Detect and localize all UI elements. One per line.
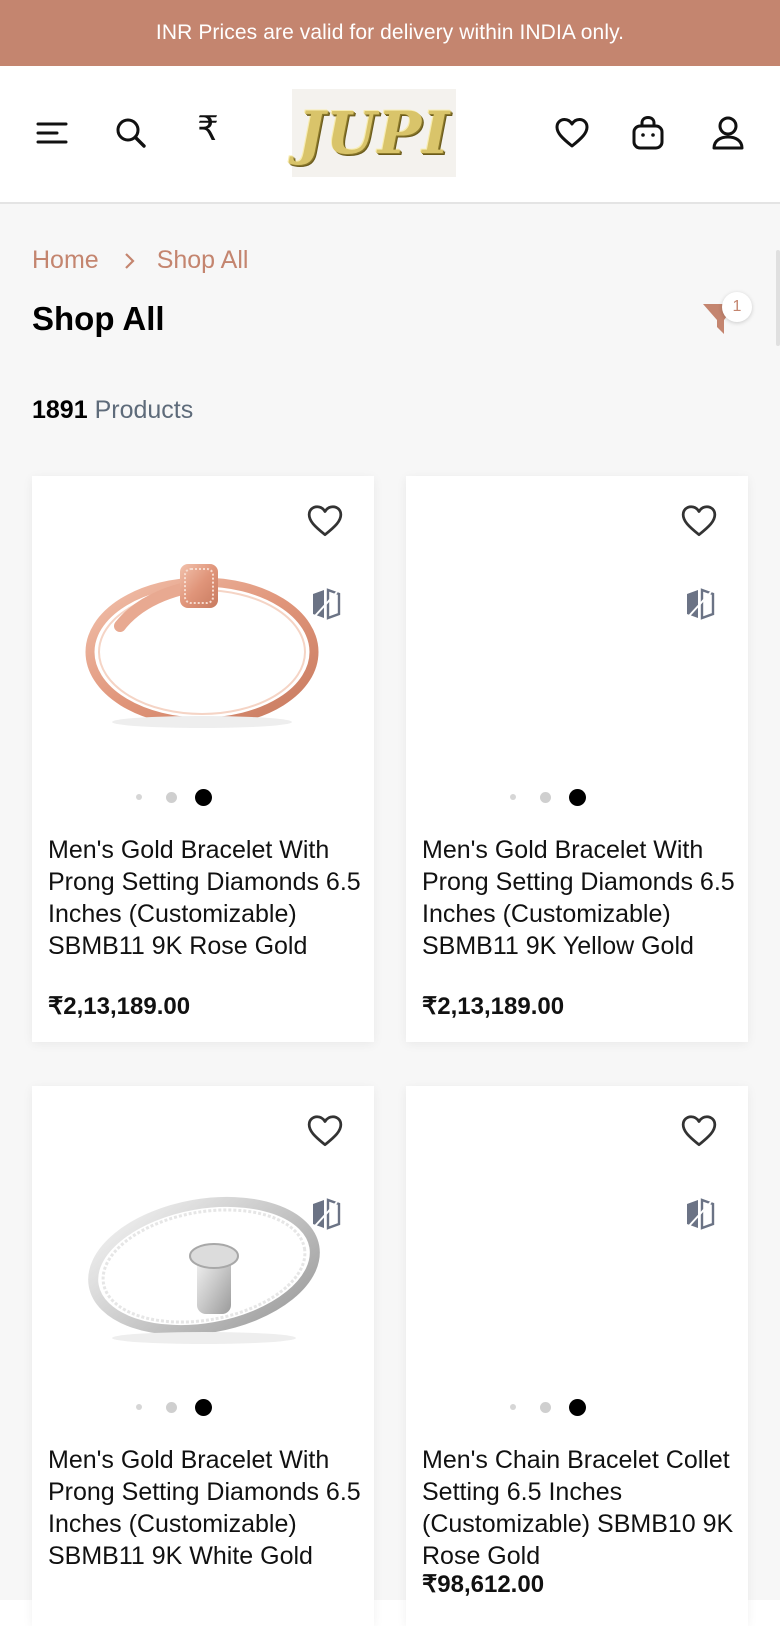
image-carousel-dots[interactable] <box>406 788 748 808</box>
carousel-dot[interactable] <box>166 1402 177 1413</box>
scrollbar-thumb[interactable] <box>776 250 780 346</box>
rupee-currency-icon[interactable]: ₹ <box>188 109 228 149</box>
breadcrumb-current[interactable]: Shop All <box>157 246 249 275</box>
compare-icon[interactable] <box>310 586 342 622</box>
filter-count: 1 <box>732 298 742 315</box>
product-card[interactable]: Men's Chain Bracelet Collet Setting 6.5 … <box>406 1086 748 1626</box>
wishlist-heart-icon[interactable] <box>680 1114 718 1152</box>
product-count-label: Products <box>94 396 194 424</box>
product-card[interactable]: Men's Gold Bracelet With Prong Setting D… <box>406 476 748 1042</box>
product-title[interactable]: Men's Chain Bracelet Collet Setting 6.5 … <box>422 1444 738 1572</box>
product-title[interactable]: Men's Gold Bracelet With Prong Setting D… <box>48 1444 364 1572</box>
delivery-banner: INR Prices are valid for delivery within… <box>0 0 780 66</box>
product-card[interactable]: Men's Gold Bracelet With Prong Setting D… <box>32 1086 374 1626</box>
carousel-dot[interactable] <box>510 1404 516 1410</box>
image-carousel-dots[interactable] <box>406 1398 748 1418</box>
carousel-dot-active[interactable] <box>569 1399 586 1416</box>
wishlist-heart-icon[interactable] <box>306 504 344 542</box>
product-price: ₹2,13,189.00 <box>422 993 565 1020</box>
banner-text: INR Prices are valid for delivery within… <box>155 21 625 44</box>
carousel-dot-active[interactable] <box>569 789 586 806</box>
breadcrumb: Home Shop All <box>32 246 248 275</box>
carousel-dot[interactable] <box>136 794 142 800</box>
chevron-right-icon <box>123 252 135 270</box>
carousel-dot[interactable] <box>166 792 177 803</box>
user-icon[interactable] <box>708 113 748 153</box>
shopping-bag-icon[interactable] <box>628 113 668 153</box>
carousel-dot[interactable] <box>136 1404 142 1410</box>
carousel-dot[interactable] <box>540 1402 551 1413</box>
image-carousel-dots[interactable] <box>32 788 374 808</box>
product-card[interactable]: Men's Gold Bracelet With Prong Setting D… <box>32 476 374 1042</box>
product-title[interactable]: Men's Gold Bracelet With Prong Setting D… <box>48 834 364 962</box>
wishlist-heart-icon[interactable] <box>306 1114 344 1152</box>
image-carousel-dots[interactable] <box>32 1398 374 1418</box>
filter-count-badge: 1 <box>722 292 752 322</box>
carousel-dot-active[interactable] <box>195 1399 212 1416</box>
heart-icon[interactable] <box>552 113 592 153</box>
breadcrumb-home[interactable]: Home <box>32 246 99 275</box>
main-content: Home Shop All Shop All 1 1891 Products M… <box>0 204 780 1626</box>
currency-symbol: ₹ <box>197 110 219 148</box>
page-title: Shop All <box>32 300 165 337</box>
product-price: ₹98,612.00 <box>422 1571 545 1598</box>
jupi-logo[interactable]: JUPI <box>292 89 456 177</box>
compare-icon[interactable] <box>684 586 716 622</box>
product-count-number: 1891 <box>32 396 88 424</box>
compare-icon[interactable] <box>310 1196 342 1232</box>
product-price: ₹2,13,189.00 <box>48 993 191 1020</box>
hamburger-menu-icon[interactable] <box>32 113 72 153</box>
wishlist-heart-icon[interactable] <box>680 504 718 542</box>
carousel-dot-active[interactable] <box>195 789 212 806</box>
site-header: ₹ JUPI <box>0 66 780 204</box>
product-title[interactable]: Men's Gold Bracelet With Prong Setting D… <box>422 834 738 962</box>
carousel-dot[interactable] <box>540 792 551 803</box>
product-count: 1891 Products <box>32 396 193 425</box>
logo-text: JUPI <box>297 99 451 167</box>
carousel-dot[interactable] <box>510 794 516 800</box>
compare-icon[interactable] <box>684 1196 716 1232</box>
search-icon[interactable] <box>111 113 151 153</box>
